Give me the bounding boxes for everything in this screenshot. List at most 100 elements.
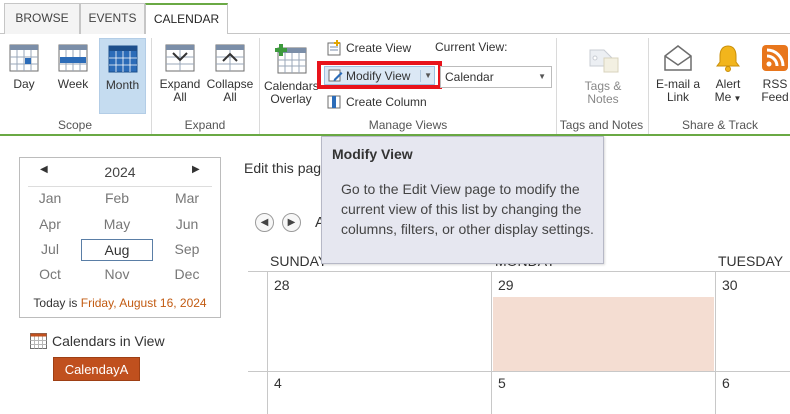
day-view-button[interactable]: Day bbox=[3, 38, 45, 114]
picker-year: 2024 bbox=[104, 164, 136, 180]
tab-calendar[interactable]: CALENDAR bbox=[145, 3, 228, 35]
day-number[interactable]: 30 bbox=[722, 277, 738, 293]
expand-all-button[interactable]: Expand All bbox=[156, 38, 204, 114]
modify-view-dropdown-icon[interactable]: ▼ bbox=[420, 70, 432, 82]
month-label: Month bbox=[105, 78, 140, 92]
email-link-label-1: E-mail a bbox=[655, 77, 700, 91]
expand-all-label-2: All bbox=[173, 90, 187, 104]
tags-notes-button[interactable]: Tags & Notes bbox=[578, 38, 628, 114]
current-view-label: Current View: bbox=[435, 40, 508, 54]
tags-notes-icon bbox=[589, 49, 619, 73]
create-column-icon bbox=[327, 95, 341, 109]
tags-notes-group-label: Tags and Notes bbox=[559, 118, 644, 132]
month-nov[interactable]: Nov bbox=[81, 264, 153, 286]
email-link-button[interactable]: E-mail a Link bbox=[653, 38, 703, 114]
modify-view-icon bbox=[328, 69, 343, 82]
month-mar[interactable]: Mar bbox=[151, 188, 223, 210]
tooltip-body: Go to the Edit View page to modify the c… bbox=[341, 181, 594, 237]
create-view-button[interactable]: Create View bbox=[326, 37, 411, 59]
create-view-label: Create View bbox=[346, 41, 412, 55]
week-label: Week bbox=[57, 77, 89, 91]
month-aug[interactable]: Aug bbox=[81, 239, 153, 261]
bell-icon bbox=[716, 45, 740, 72]
calendar-chip[interactable]: CalendayA bbox=[53, 357, 140, 381]
picker-divider bbox=[28, 186, 212, 187]
current-view-value: Calendar bbox=[445, 70, 494, 84]
next-month-icon[interactable]: ▶ bbox=[282, 213, 301, 232]
manage-views-group-label: Manage Views bbox=[368, 118, 448, 132]
day-calendar-icon bbox=[9, 44, 39, 72]
current-view-select[interactable]: Calendar ▼ bbox=[440, 66, 552, 88]
alert-me-button[interactable]: Alert Me ▼ bbox=[708, 38, 748, 114]
rss-icon bbox=[762, 45, 788, 71]
create-column-button[interactable]: Create Column bbox=[326, 91, 427, 113]
rss-feed-button[interactable]: RSS Feed bbox=[755, 38, 790, 114]
tags-notes-label-2: Notes bbox=[587, 92, 619, 106]
calendars-overlay-label-1: Calendars bbox=[264, 79, 319, 93]
month-dec[interactable]: Dec bbox=[151, 264, 223, 286]
month-jun[interactable]: Jun bbox=[151, 214, 223, 236]
month-sep[interactable]: Sep bbox=[151, 239, 223, 261]
day-header-tuesday: TUESDAY bbox=[718, 253, 784, 269]
share-track-group-label: Share & Track bbox=[681, 118, 759, 132]
alert-me-label-1: Alert bbox=[715, 77, 741, 91]
grid-line bbox=[267, 271, 268, 414]
month-apr[interactable]: Apr bbox=[14, 214, 86, 236]
month-feb[interactable]: Feb bbox=[81, 188, 153, 210]
modify-view-highlight: Modify View ▼ bbox=[317, 61, 442, 89]
alert-dropdown-icon: ▼ bbox=[731, 94, 742, 103]
chevron-down-icon: ▼ bbox=[538, 72, 546, 81]
create-column-label: Create Column bbox=[346, 95, 427, 109]
rss-label-2: Feed bbox=[761, 90, 789, 104]
modify-view-tooltip: Modify View Go to the Edit View page to … bbox=[321, 136, 604, 264]
calendars-overlay-button[interactable]: Calendars Overlay bbox=[264, 38, 319, 114]
day-number[interactable]: 29 bbox=[498, 277, 514, 293]
grid-line bbox=[715, 271, 716, 414]
month-jan[interactable]: Jan bbox=[14, 188, 86, 210]
today-indicator: Today is Friday, August 16, 2024 bbox=[20, 296, 220, 310]
day-number[interactable]: 28 bbox=[274, 277, 290, 293]
week-calendar-icon bbox=[58, 44, 88, 72]
tooltip-title: Modify View bbox=[332, 146, 413, 162]
day-number[interactable]: 5 bbox=[498, 375, 506, 391]
day-header-sunday: SUNDAY bbox=[270, 253, 328, 269]
calendars-overlay-icon bbox=[275, 44, 307, 74]
next-year-icon[interactable]: ▶ bbox=[192, 164, 200, 175]
day-number[interactable]: 4 bbox=[274, 375, 282, 391]
month-view-button[interactable]: Month bbox=[99, 38, 146, 114]
day-number[interactable]: 6 bbox=[722, 375, 730, 391]
month-jul[interactable]: Jul bbox=[14, 239, 86, 261]
create-view-icon bbox=[327, 40, 341, 56]
today-date-link[interactable]: Friday, August 16, 2024 bbox=[81, 296, 207, 310]
day-label: Day bbox=[13, 77, 35, 91]
previous-month-icon[interactable]: ◀ bbox=[255, 213, 274, 232]
tab-browse[interactable]: BROWSE bbox=[4, 3, 80, 34]
tab-events[interactable]: EVENTS bbox=[80, 3, 145, 34]
grid-line bbox=[491, 271, 492, 414]
scope-group-label: Scope bbox=[57, 118, 93, 132]
edit-page-link[interactable]: Edit this pag bbox=[244, 160, 321, 176]
year-month-picker: ◀ 2024 ▶ Jan Feb Mar Apr May Jun Jul Aug… bbox=[19, 157, 221, 318]
calendars-overlay-label-2: Overlay bbox=[270, 92, 312, 106]
email-link-label-2: Link bbox=[666, 90, 689, 104]
month-calendar-icon bbox=[108, 45, 137, 73]
calendar-icon bbox=[30, 333, 47, 349]
modify-view-button[interactable]: Modify View ▼ bbox=[324, 66, 435, 85]
calendar-event[interactable] bbox=[493, 297, 714, 371]
expand-all-icon bbox=[165, 44, 195, 72]
collapse-all-button[interactable]: Collapse All bbox=[205, 38, 255, 114]
month-oct[interactable]: Oct bbox=[14, 264, 86, 286]
today-prefix: Today is bbox=[33, 296, 81, 310]
rss-label-1: RSS bbox=[762, 77, 788, 91]
modify-view-label: Modify View bbox=[346, 68, 411, 83]
group-divider bbox=[648, 38, 649, 134]
expand-group-label: Expand bbox=[184, 118, 226, 132]
collapse-all-icon bbox=[215, 44, 245, 72]
week-view-button[interactable]: Week bbox=[51, 38, 95, 114]
ribbon-tab-bar: BROWSE EVENTS CALENDAR bbox=[0, 0, 790, 35]
grid-line bbox=[248, 371, 790, 372]
collapse-all-label-2: All bbox=[223, 90, 237, 104]
month-may[interactable]: May bbox=[81, 214, 153, 236]
calendars-in-view-label: Calendars in View bbox=[52, 333, 165, 349]
collapse-all-label-1: Collapse bbox=[206, 77, 254, 91]
